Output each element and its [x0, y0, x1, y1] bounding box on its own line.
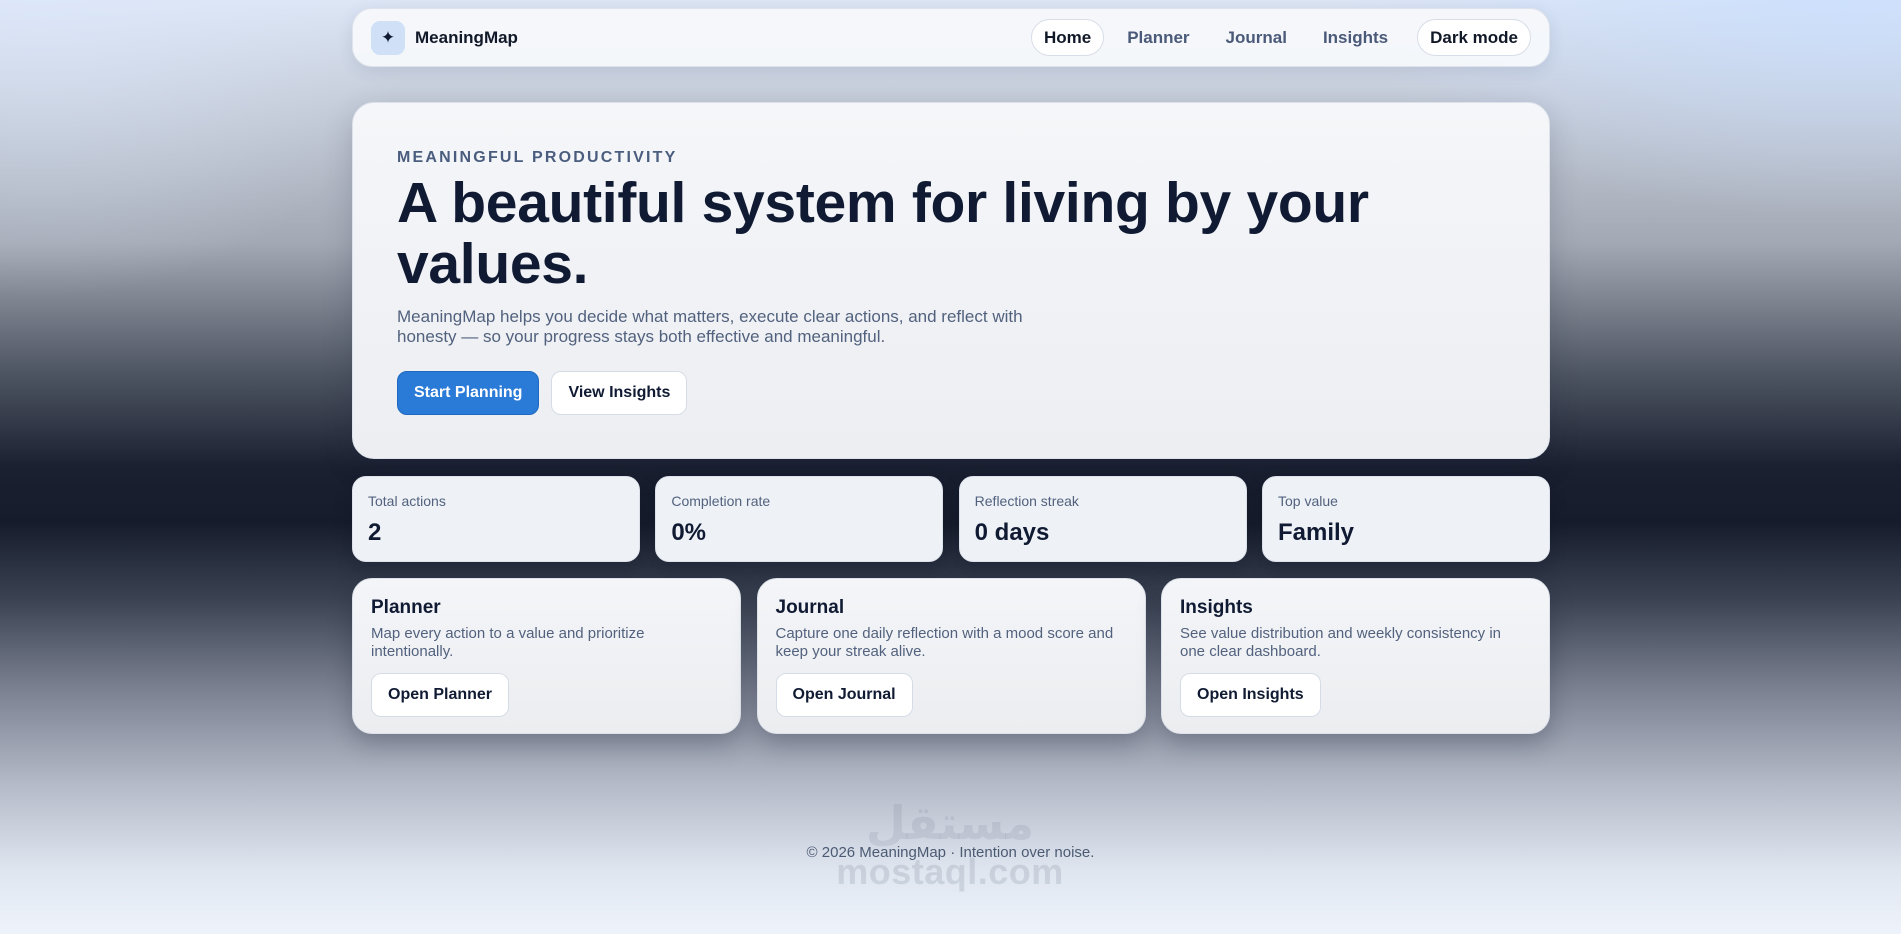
nav-home[interactable]: Home: [1030, 19, 1105, 56]
hero-eyebrow: MEANINGFUL PRODUCTIVITY: [397, 149, 678, 166]
stat-completion-rate: Completion rate 0%: [655, 476, 944, 562]
stat-label: Completion rate: [671, 493, 771, 509]
card-description: See value distribution and weekly consis…: [1180, 625, 1502, 660]
stats-row: Total actions 2 Completion rate 0% Refle…: [352, 476, 1550, 562]
stat-label: Total actions: [368, 493, 446, 509]
sparkle-icon: ✦: [371, 21, 405, 55]
stat-reflection-streak: Reflection streak 0 days: [958, 476, 1247, 562]
stat-value: Family: [1277, 519, 1355, 546]
stat-total-actions: Total actions 2: [352, 476, 640, 562]
top-navbar: ✦ MeaningMap Home Planner Journal Insigh…: [352, 8, 1550, 67]
hero-section: MEANINGFUL PRODUCTIVITY A beautiful syst…: [352, 102, 1550, 459]
planner-card: Planner Map every action to a value and …: [352, 578, 741, 734]
stat-value: 0%: [671, 519, 707, 546]
brand[interactable]: ✦ MeaningMap: [371, 21, 518, 55]
stat-label: Reflection streak: [974, 493, 1079, 509]
hero-actions: Start Planning View Insights: [397, 371, 688, 415]
footer-text: © 2026 MeaningMap · Intention over noise…: [806, 844, 1095, 861]
dark-mode-toggle[interactable]: Dark mode: [1417, 19, 1531, 56]
feature-cards: Planner Map every action to a value and …: [352, 578, 1550, 734]
journal-card: Journal Capture one daily reflection wit…: [756, 578, 1146, 734]
stat-value: 0 days: [974, 519, 1050, 546]
watermark-arabic: مستقل: [865, 797, 1035, 849]
open-journal-button[interactable]: Open Journal: [775, 673, 913, 717]
stat-top-value: Top value Family: [1261, 476, 1550, 562]
nav-insights[interactable]: Insights: [1310, 19, 1401, 56]
start-planning-button[interactable]: Start Planning: [397, 371, 540, 415]
nav-links: Home Planner Journal Insights Dark mode: [1021, 19, 1531, 56]
brand-name: MeaningMap: [415, 28, 518, 47]
hero-title: A beautiful system for living by your va…: [397, 171, 1369, 296]
nav-planner[interactable]: Planner: [1114, 19, 1202, 56]
view-insights-button[interactable]: View Insights: [551, 371, 688, 415]
card-title: Journal: [775, 597, 845, 618]
card-description: Map every action to a value and prioriti…: [371, 625, 645, 660]
stat-label: Top value: [1277, 493, 1338, 509]
card-description: Capture one daily reflection with a mood…: [775, 625, 1114, 660]
open-insights-button[interactable]: Open Insights: [1180, 673, 1321, 717]
stat-value: 2: [368, 519, 382, 546]
insights-card: Insights See value distribution and week…: [1161, 578, 1550, 734]
open-planner-button[interactable]: Open Planner: [371, 673, 510, 717]
hero-description: MeaningMap helps you decide what matters…: [397, 307, 1023, 346]
card-title: Planner: [371, 597, 441, 618]
card-title: Insights: [1180, 597, 1253, 618]
nav-journal[interactable]: Journal: [1213, 19, 1300, 56]
